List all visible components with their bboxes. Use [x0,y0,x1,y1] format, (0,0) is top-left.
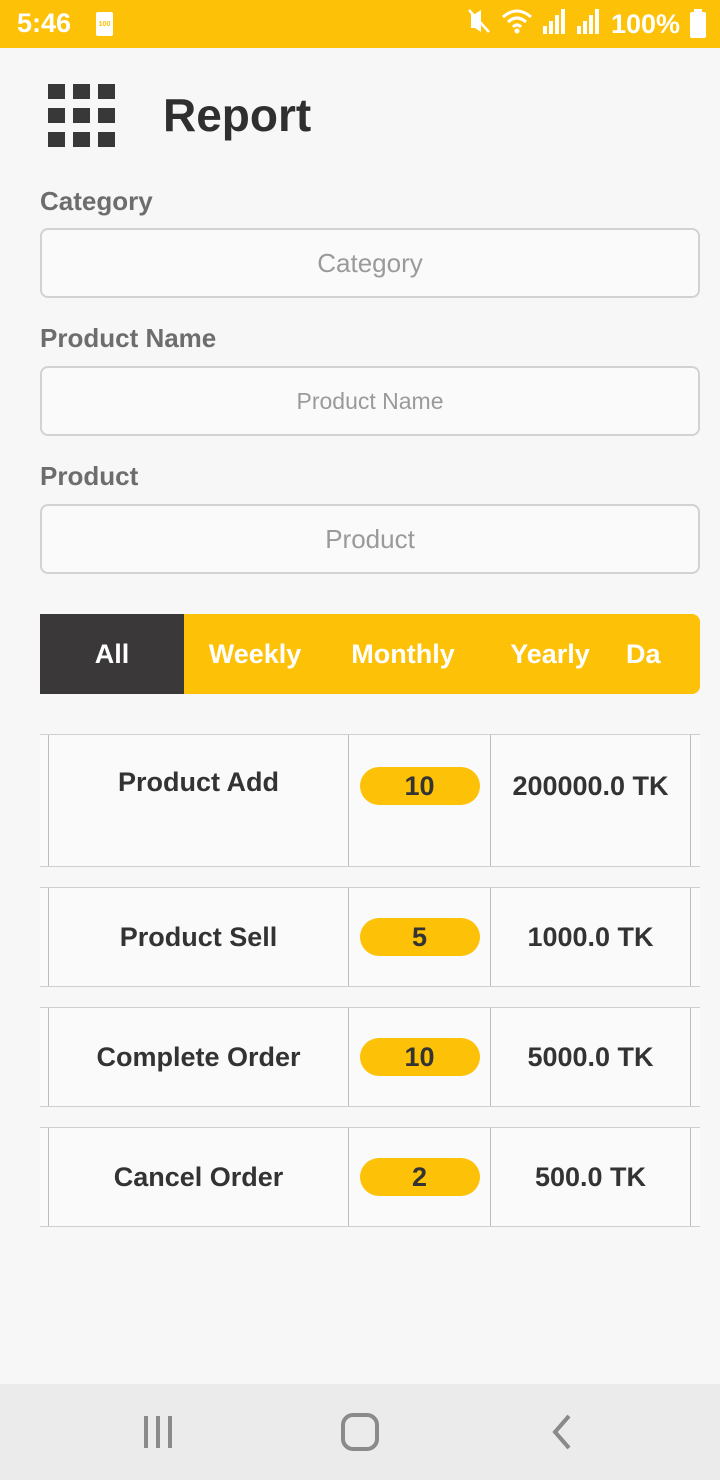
product-input[interactable] [42,506,698,572]
report-row-product-add[interactable]: Product Add 10 200000.0 TK [40,734,700,867]
mute-vibrate-icon [467,8,491,41]
count-badge: 5 [359,918,480,956]
wifi-icon [501,8,533,41]
status-time: 5:46 [17,8,72,38]
row-label: Product Sell [48,888,349,986]
recent-apps-icon[interactable] [128,1412,188,1452]
count-cell: 2 [349,1128,490,1226]
count-badge: 2 [359,1158,480,1196]
amount-cell: 5000.0 TK [490,1008,691,1106]
product-name-input[interactable] [42,368,698,434]
tab-all[interactable]: All [40,614,184,694]
product-name-field-box [40,366,700,436]
signal-icon [542,8,567,41]
category-input[interactable] [42,230,698,296]
report-row-cancel-order[interactable]: Cancel Order 2 500.0 TK [40,1127,700,1227]
count-cell: 5 [349,888,490,986]
report-row-complete-order[interactable]: Complete Order 10 5000.0 TK [40,1007,700,1107]
battery-icon [690,8,706,38]
count-badge: 10 [359,767,480,805]
amount-cell: 200000.0 TK [490,735,691,866]
tab-yearly[interactable]: Yearly [480,614,620,694]
report-row-product-sell[interactable]: Product Sell 5 1000.0 TK [40,887,700,987]
product-name-label: Product Name [40,323,217,353]
page-title: Report [163,89,312,141]
signal-icon [576,8,601,41]
row-label: Complete Order [48,1008,349,1106]
row-label: Cancel Order [48,1128,349,1226]
battery-percent: 100% [610,9,680,39]
status-bar: 5:46 100 100% [0,0,720,48]
grid-menu-icon[interactable] [48,84,116,152]
count-cell: 10 [349,735,490,866]
navigation-bar [0,1384,720,1480]
count-badge: 10 [359,1038,480,1076]
battery-small-label: 100 [98,21,111,28]
count-cell: 10 [349,1008,490,1106]
status-icons: 100% [467,8,706,41]
battery-saver-icon: 100 [96,12,113,36]
tab-weekly[interactable]: Weekly [184,614,326,694]
category-label: Category [40,186,153,216]
amount-cell: 1000.0 TK [490,888,691,986]
product-field-box [40,504,700,574]
back-icon[interactable] [532,1412,592,1452]
header: Report [48,84,648,154]
tab-daily[interactable]: Da [620,614,700,694]
category-field-box [40,228,700,298]
product-label: Product [40,461,139,491]
row-label: Product Add [48,735,349,866]
amount-cell: 500.0 TK [490,1128,691,1226]
period-tabs: All Weekly Monthly Yearly Da [40,614,700,694]
tab-monthly[interactable]: Monthly [326,614,480,694]
home-icon[interactable] [330,1412,390,1452]
